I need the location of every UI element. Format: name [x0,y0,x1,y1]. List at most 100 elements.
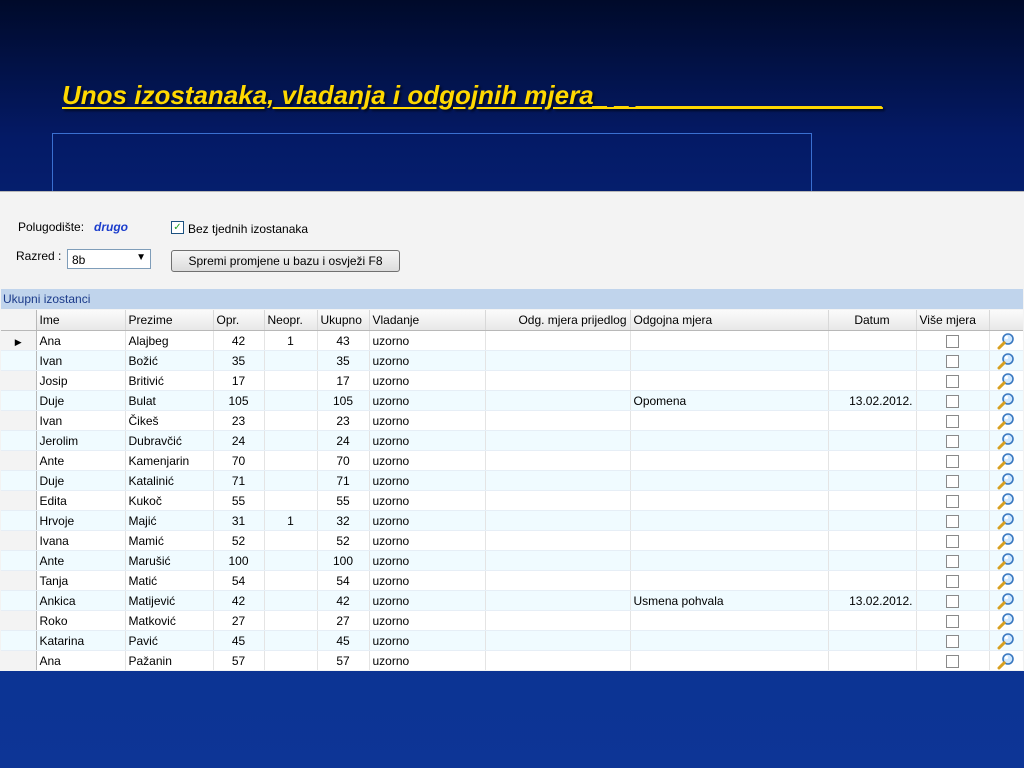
cell-ukupno[interactable]: 70 [317,450,370,471]
row-header[interactable] [1,450,37,471]
row-header[interactable] [1,430,37,451]
more-measures-checkbox[interactable] [946,354,959,368]
cell-prezime[interactable]: Kukoč [125,490,214,511]
magnifier-icon[interactable] [996,412,1016,429]
cell-ukupno[interactable]: 45 [317,630,370,651]
cell-prijedlog[interactable] [485,330,631,351]
cell-odgojna-mjera[interactable]: Opomena [630,390,829,411]
cell-datum[interactable] [828,630,917,651]
cell-vladanje[interactable]: uzorno [369,390,486,411]
cell-prijedlog[interactable] [485,470,631,491]
cell-vladanje[interactable]: uzorno [369,350,486,371]
cell-prijedlog[interactable] [485,510,631,531]
cell-prijedlog[interactable] [485,350,631,371]
cell-vladanje[interactable]: uzorno [369,410,486,431]
column-header-neopr[interactable]: Neopr. [264,310,318,331]
cell-ime[interactable]: Duje [36,390,126,411]
cell-prijedlog[interactable] [485,650,631,670]
table-row[interactable]: Roko Matković 27 27 uzorno [1,610,1023,631]
row-header[interactable] [1,370,37,391]
cell-ukupno[interactable]: 32 [317,510,370,531]
cell-datum[interactable] [828,570,917,591]
cell-vladanje[interactable]: uzorno [369,470,486,491]
cell-opr[interactable]: 70 [213,450,265,471]
more-measures-checkbox[interactable] [946,334,959,348]
table-row[interactable]: Edita Kukoč 55 55 uzorno [1,490,1023,511]
row-header[interactable] [1,390,37,411]
cell-ukupno[interactable]: 52 [317,530,370,551]
cell-ime[interactable]: Ante [36,450,126,471]
table-row[interactable]: Ivana Mamić 52 52 uzorno [1,530,1023,551]
cell-odgojna-mjera[interactable] [630,350,829,371]
column-header-prezime[interactable]: Prezime [125,310,214,331]
more-measures-checkbox[interactable] [946,554,959,568]
cell-datum[interactable] [828,370,917,391]
table-row[interactable]: Tanja Matić 54 54 uzorno [1,570,1023,591]
cell-ime[interactable]: Edita [36,490,126,511]
cell-odgojna-mjera[interactable] [630,490,829,511]
cell-ime[interactable]: Ivana [36,530,126,551]
cell-ukupno[interactable]: 24 [317,430,370,451]
cell-ime[interactable]: Ante [36,550,126,571]
cell-prezime[interactable]: Matić [125,570,214,591]
row-header[interactable] [1,510,37,531]
cell-prezime[interactable]: Matijević [125,590,214,611]
cell-datum[interactable] [828,450,917,471]
cell-vladanje[interactable]: uzorno [369,490,486,511]
column-header-odgojna-mjera[interactable]: Odgojna mjera [630,310,829,331]
cell-datum[interactable] [828,410,917,431]
column-header-datum[interactable]: Datum [828,310,917,331]
cell-datum[interactable] [828,330,917,351]
cell-prijedlog[interactable] [485,370,631,391]
row-header[interactable] [1,350,37,371]
more-measures-checkbox[interactable] [946,654,959,668]
cell-vladanje[interactable]: uzorno [369,630,486,651]
cell-neopr[interactable] [264,390,318,411]
cell-prezime[interactable]: Majić [125,510,214,531]
cell-opr[interactable]: 23 [213,410,265,431]
more-measures-checkbox[interactable] [946,574,959,588]
cell-opr[interactable]: 42 [213,590,265,611]
cell-prijedlog[interactable] [485,590,631,611]
cell-prezime[interactable]: Pavić [125,630,214,651]
cell-odgojna-mjera[interactable] [630,570,829,591]
cell-neopr[interactable] [264,650,318,670]
cell-neopr[interactable] [264,430,318,451]
column-header-ime[interactable]: Ime [36,310,126,331]
magnifier-icon[interactable] [996,352,1016,369]
cell-opr[interactable]: 54 [213,570,265,591]
magnifier-icon[interactable] [996,532,1016,549]
cell-datum[interactable] [828,490,917,511]
cell-neopr[interactable] [264,370,318,391]
cell-neopr[interactable] [264,550,318,571]
magnifier-icon[interactable] [996,372,1016,389]
cell-ime[interactable]: Ana [36,330,126,351]
cell-vladanje[interactable]: uzorno [369,550,486,571]
cell-neopr[interactable]: 1 [264,510,318,531]
cell-opr[interactable]: 31 [213,510,265,531]
cell-ime[interactable]: Josip [36,370,126,391]
row-header[interactable]: ▶ [1,330,37,351]
magnifier-icon[interactable] [996,452,1016,469]
cell-vladanje[interactable]: uzorno [369,590,486,611]
cell-opr[interactable]: 45 [213,630,265,651]
table-row[interactable]: Duje Katalinić 71 71 uzorno [1,470,1023,491]
cell-prezime[interactable]: Matković [125,610,214,631]
cell-datum[interactable] [828,610,917,631]
table-row[interactable]: Ankica Matijević 42 42 uzorno Usmena pohvala 1… [1,590,1023,611]
magnifier-icon[interactable] [996,432,1016,449]
row-header[interactable] [1,630,37,651]
magnifier-icon[interactable] [996,392,1016,409]
magnifier-icon[interactable] [996,572,1016,589]
cell-datum[interactable]: 13.02.2012. [828,390,917,411]
cell-prezime[interactable]: Dubravčić [125,430,214,451]
row-header[interactable] [1,470,37,491]
cell-prezime[interactable]: Čikeš [125,410,214,431]
cell-prijedlog[interactable] [485,490,631,511]
cell-ime[interactable]: Jerolim [36,430,126,451]
cell-odgojna-mjera[interactable]: Usmena pohvala [630,590,829,611]
table-row[interactable]: Ante Kamenjarin 70 70 uzorno [1,450,1023,471]
more-measures-checkbox[interactable] [946,454,959,468]
save-refresh-button[interactable]: Spremi promjene u bazu i osvježi F8 [171,250,400,272]
cell-prijedlog[interactable] [485,570,631,591]
